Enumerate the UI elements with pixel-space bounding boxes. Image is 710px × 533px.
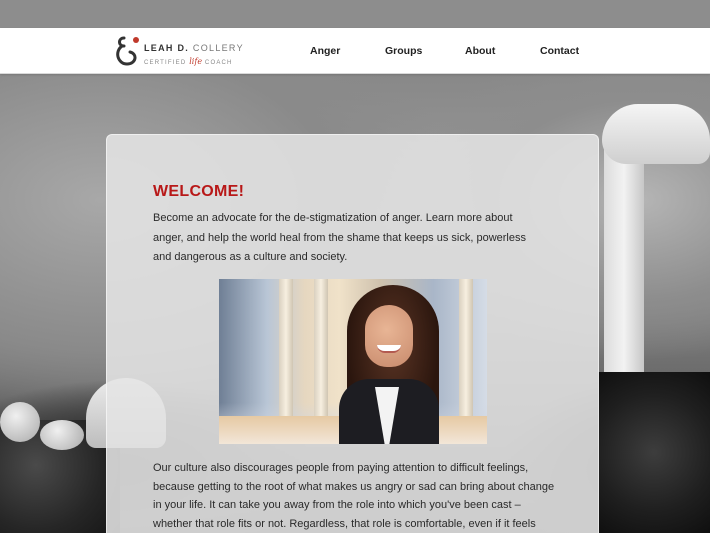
sprout-leaf-right [602,104,710,164]
content-card: WELCOME! Become an advocate for the de-s… [106,134,599,533]
photo-pillar [279,279,293,424]
top-strip [0,0,710,28]
page-title: WELCOME! [153,183,245,200]
nav-item-anger[interactable]: Anger [310,45,340,57]
photo-face [365,305,413,367]
nav-item-about[interactable]: About [465,45,495,57]
nav-item-contact[interactable]: Contact [540,45,579,57]
photo-pillar [314,279,328,424]
pebble [0,402,40,442]
soil-right [598,372,710,533]
intro-paragraph: Become an advocate for the de-stigmatiza… [153,212,526,263]
body-paragraph: Our culture also discourages people from… [153,462,555,530]
portrait-photo [219,279,487,444]
photo-pillar [459,279,473,424]
main-nav: Anger Groups About Contact [0,28,710,74]
nav-item-groups[interactable]: Groups [385,45,422,57]
site-header: LEAH D. COLLERY CERTIFIED life COACH Ang… [0,28,710,74]
pebble [40,420,84,450]
